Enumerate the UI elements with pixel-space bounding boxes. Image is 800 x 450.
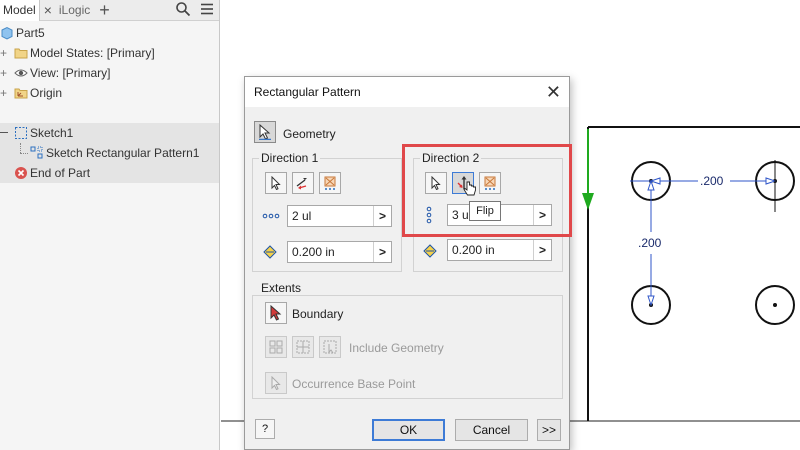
help-icon: ? bbox=[261, 423, 269, 435]
extents-label: Extents bbox=[259, 281, 304, 295]
close-tab-icon[interactable]: × bbox=[40, 0, 56, 21]
direction2-spacing-arrow[interactable]: > bbox=[533, 240, 551, 260]
grid-select-icon bbox=[296, 340, 310, 354]
eye-icon bbox=[14, 69, 28, 77]
vertical-dimension-value[interactable]: .200 bbox=[638, 236, 662, 250]
boundary-select-button[interactable] bbox=[265, 302, 287, 324]
include-geometry-label: Include Geometry bbox=[349, 341, 444, 355]
dialog-titlebar[interactable]: Rectangular Pattern ✕ bbox=[245, 77, 569, 107]
grid-icon bbox=[269, 340, 283, 354]
tree-item-origin[interactable]: + Origin bbox=[0, 83, 219, 103]
end-of-part-icon bbox=[15, 167, 27, 179]
rectangular-pattern-dialog: Rectangular Pattern ✕ Geometry Direction… bbox=[244, 76, 570, 450]
cursor-icon bbox=[271, 376, 281, 390]
geometry-label: Geometry bbox=[283, 127, 336, 141]
cursor-icon bbox=[271, 176, 281, 190]
sketch-icon bbox=[15, 127, 27, 139]
count-icon bbox=[262, 213, 280, 219]
cursor-select-icon bbox=[259, 124, 271, 140]
direction1-count-field[interactable]: 2 ul > bbox=[287, 205, 392, 227]
cancel-button[interactable]: Cancel bbox=[455, 419, 528, 441]
close-icon[interactable]: ✕ bbox=[546, 77, 561, 107]
add-tab-icon[interactable]: + bbox=[93, 1, 116, 19]
direction1-midplane-button[interactable] bbox=[319, 172, 341, 194]
origin-folder-icon bbox=[14, 88, 28, 99]
menu-icon[interactable] bbox=[199, 1, 215, 17]
horizontal-dimension-value[interactable]: .200 bbox=[700, 174, 724, 188]
tab-model[interactable]: Model bbox=[0, 0, 40, 21]
tab-ilogic[interactable]: iLogic bbox=[56, 0, 93, 21]
help-button[interactable]: ? bbox=[255, 419, 275, 439]
part-cube-icon bbox=[1, 26, 13, 40]
browser-tabbar: Model × iLogic + bbox=[0, 0, 219, 21]
flip-tooltip: Flip bbox=[469, 201, 501, 221]
model-browser: Model × iLogic + Part5 + Model States: [… bbox=[0, 0, 220, 450]
grid-cursor-icon bbox=[323, 340, 337, 354]
midplane-icon bbox=[324, 176, 336, 190]
spacing-icon bbox=[423, 244, 437, 258]
direction1-path-select-button[interactable] bbox=[265, 172, 287, 194]
occurrence-base-point-label: Occurrence Base Point bbox=[292, 377, 416, 391]
direction1-spacing-field[interactable]: 0.200 in > bbox=[287, 241, 392, 263]
tree-item-model-states[interactable]: + Model States: [Primary] bbox=[0, 43, 219, 63]
geometry-select-button[interactable] bbox=[254, 121, 276, 143]
direction1-spacing-arrow[interactable]: > bbox=[373, 242, 391, 262]
ok-button[interactable]: OK bbox=[372, 419, 445, 441]
search-icon[interactable] bbox=[175, 1, 191, 17]
direction1-count-arrow[interactable]: > bbox=[373, 206, 391, 226]
tree-item-end-of-part[interactable]: End of Part bbox=[0, 163, 219, 183]
tree-item-part[interactable]: Part5 bbox=[0, 23, 219, 43]
direction1-flip-button[interactable] bbox=[292, 172, 314, 194]
hand-cursor-icon bbox=[463, 181, 476, 196]
more-options-button[interactable]: >> bbox=[537, 419, 561, 441]
sketch-pattern-icon bbox=[30, 146, 43, 159]
include-geometry-button-3 bbox=[319, 336, 341, 358]
tree-item-view[interactable]: + View: [Primary] bbox=[0, 63, 219, 83]
folder-icon bbox=[14, 48, 28, 59]
flip-icon bbox=[296, 178, 307, 190]
tree-item-sketch1[interactable]: Sketch1 bbox=[0, 123, 219, 143]
dialog-title: Rectangular Pattern bbox=[254, 85, 361, 99]
include-geometry-button-1 bbox=[265, 336, 287, 358]
boundary-label: Boundary bbox=[292, 307, 344, 321]
direction1-label: Direction 1 bbox=[259, 151, 321, 165]
tree-item-sketch-pattern[interactable]: Sketch Rectangular Pattern1 bbox=[0, 143, 219, 163]
include-geometry-button-2 bbox=[292, 336, 314, 358]
spacing-icon bbox=[263, 245, 277, 259]
occurrence-base-point-button bbox=[265, 372, 287, 394]
direction2-spacing-field[interactable]: 0.200 in > bbox=[447, 239, 552, 261]
cursor-select-icon bbox=[270, 305, 282, 321]
highlight-box bbox=[402, 144, 572, 237]
